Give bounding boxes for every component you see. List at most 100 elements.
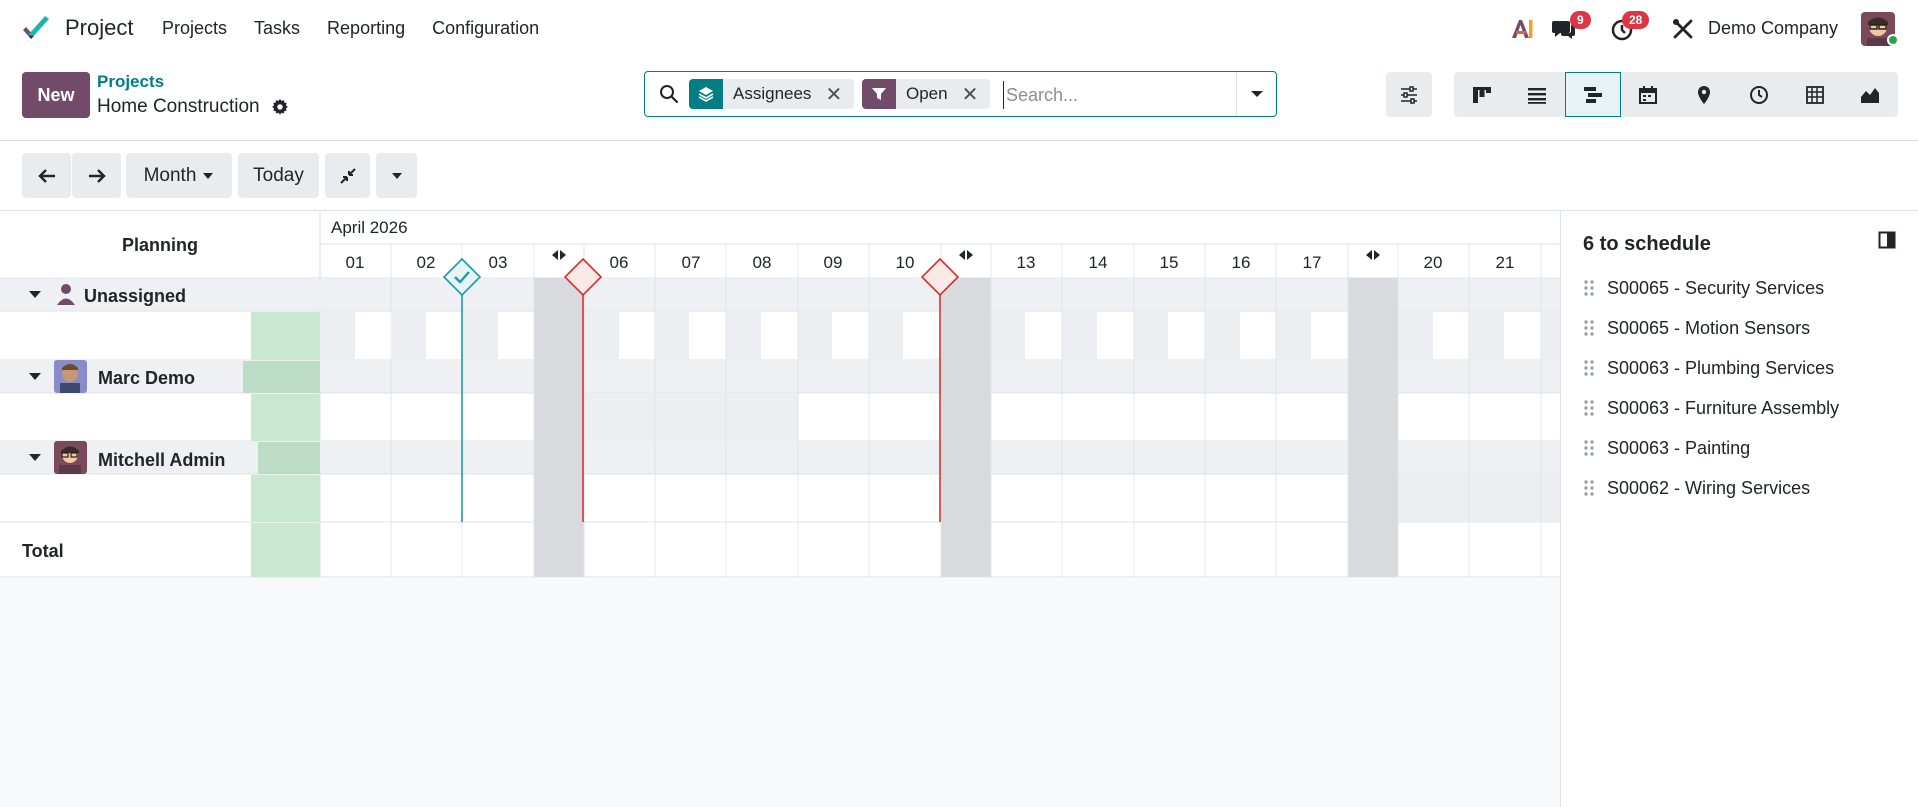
menu-item-tasks[interactable]: Tasks	[254, 18, 300, 39]
day-label: 06	[610, 253, 629, 272]
online-status-dot	[1887, 34, 1899, 46]
drag-handle-icon[interactable]	[1583, 359, 1595, 377]
main-menu: Projects Tasks Reporting Configuration	[162, 18, 566, 39]
search-input[interactable]	[1003, 81, 1233, 109]
more-options-button[interactable]	[376, 153, 417, 198]
main-navbar: Project Projects Tasks Reporting Configu…	[0, 0, 1918, 58]
day-label: 07	[682, 253, 701, 272]
caret-down-icon	[203, 172, 214, 179]
gear-icon[interactable]	[271, 98, 289, 116]
mitchell-avatar	[54, 441, 87, 474]
today-button[interactable]: Today	[238, 153, 319, 198]
row-label: Mitchell Admin	[98, 450, 225, 470]
marc-avatar	[54, 360, 87, 393]
caret-down-icon	[1250, 91, 1263, 97]
schedule-item-label: S00065 - Security Services	[1607, 277, 1825, 298]
search-icon[interactable]	[659, 84, 679, 104]
schedule-item[interactable]: S00065 - Security Services	[1583, 273, 1824, 303]
drag-handle-icon[interactable]	[1583, 319, 1595, 337]
scale-dropdown[interactable]: Month	[126, 153, 232, 198]
schedule-item-label: S00065 - Motion Sensors	[1607, 317, 1811, 338]
day-label: 09	[824, 253, 843, 272]
previous-button[interactable]	[22, 153, 71, 198]
drag-handle-icon[interactable]	[1583, 279, 1595, 297]
compress-icon	[339, 167, 356, 184]
gantt-icon	[1583, 86, 1602, 103]
day-label: 01	[346, 253, 365, 272]
project-app-logo[interactable]	[20, 13, 52, 45]
gantt-chart: Planning April 2026 01 02 03 06 07 08 09…	[0, 211, 1560, 807]
schedule-item[interactable]: S00065 - Motion Sensors	[1583, 313, 1810, 343]
view-calendar[interactable]	[1621, 72, 1677, 117]
drag-handle-icon[interactable]	[1583, 439, 1595, 457]
to-schedule-title: 6 to schedule	[1583, 233, 1711, 255]
schedule-item[interactable]: S00063 - Plumbing Services	[1583, 353, 1834, 383]
view-kanban[interactable]	[1454, 72, 1510, 117]
menu-item-configuration[interactable]: Configuration	[432, 18, 539, 39]
view-pivot[interactable]	[1787, 72, 1843, 117]
to-schedule-panel: 6 to schedule S00065 - Security Services…	[1560, 211, 1918, 807]
facet-label: Assignees	[733, 84, 812, 103]
map-marker-icon	[1697, 85, 1710, 104]
view-map[interactable]	[1676, 72, 1732, 117]
filter-settings-button[interactable]	[1386, 72, 1432, 117]
app-name[interactable]: Project	[65, 15, 133, 41]
scale-label: Month	[143, 164, 197, 186]
weekend-column	[1348, 278, 1398, 577]
control-panel: New Projects Home Construction Assignees…	[0, 58, 1918, 141]
view-activity[interactable]	[1732, 72, 1788, 117]
menu-item-reporting[interactable]: Reporting	[327, 18, 405, 39]
tools-icon[interactable]	[1670, 16, 1696, 42]
schedule-item[interactable]: S00063 - Painting	[1583, 433, 1750, 463]
ai-icon[interactable]	[1509, 16, 1535, 42]
schedule-item[interactable]: S00063 - Furniture Assembly	[1583, 393, 1839, 423]
facet-assignees: Assignees ✕	[689, 79, 855, 109]
schedule-item-label: S00063 - Plumbing Services	[1607, 357, 1835, 378]
panel-toggle-icon[interactable]	[1878, 231, 1896, 249]
remove-facet-icon[interactable]: ✕	[958, 82, 991, 107]
weekend-column	[941, 278, 991, 577]
drag-handle-icon[interactable]	[1583, 399, 1595, 417]
day-label: 08	[753, 253, 772, 272]
view-switcher	[1454, 72, 1898, 117]
menu-item-projects[interactable]: Projects	[162, 18, 227, 39]
day-label: 21	[1496, 253, 1515, 272]
weekend-column	[534, 278, 584, 577]
search-options-toggle[interactable]	[1236, 72, 1276, 116]
gantt-toolbar: Month Today	[0, 141, 1918, 211]
day-label: 10	[896, 253, 915, 272]
breadcrumb-current: Home Construction	[97, 96, 260, 117]
schedule-item[interactable]: S00062 - Wiring Services	[1583, 473, 1810, 503]
day-label: 16	[1232, 253, 1251, 272]
arrow-left-icon	[37, 168, 55, 183]
company-switcher[interactable]: Demo Company	[1708, 18, 1838, 39]
day-label: 13	[1017, 253, 1036, 272]
day-label: 15	[1160, 253, 1179, 272]
remove-facet-icon[interactable]: ✕	[821, 82, 854, 107]
activities-badge: 28	[1622, 11, 1650, 29]
facet-label: Open	[906, 84, 948, 103]
sliders-icon	[1401, 85, 1417, 104]
breadcrumb-projects[interactable]: Projects	[97, 72, 164, 92]
collapse-rows-button[interactable]	[325, 153, 370, 198]
next-button[interactable]	[72, 153, 121, 198]
view-graph[interactable]	[1843, 72, 1899, 117]
new-button[interactable]: New	[22, 72, 90, 118]
table-icon	[1805, 85, 1824, 104]
clock-icon	[1750, 85, 1769, 104]
view-list[interactable]	[1510, 72, 1566, 117]
schedule-item-label: S00062 - Wiring Services	[1607, 477, 1811, 498]
calendar-icon	[1639, 85, 1658, 104]
marc-demo-shading	[584, 394, 798, 441]
kanban-icon	[1472, 86, 1491, 103]
layers-icon	[689, 79, 723, 109]
area-chart-icon	[1861, 87, 1880, 103]
month-label: April 2026	[331, 218, 408, 237]
planning-header: Planning	[122, 235, 198, 255]
list-icon	[1528, 87, 1547, 104]
drag-handle-icon[interactable]	[1583, 479, 1595, 497]
view-gantt[interactable]	[1565, 72, 1621, 117]
day-label: 02	[417, 253, 436, 272]
schedule-item-label: S00063 - Furniture Assembly	[1607, 397, 1840, 418]
mitchell-shading	[1398, 475, 1560, 522]
